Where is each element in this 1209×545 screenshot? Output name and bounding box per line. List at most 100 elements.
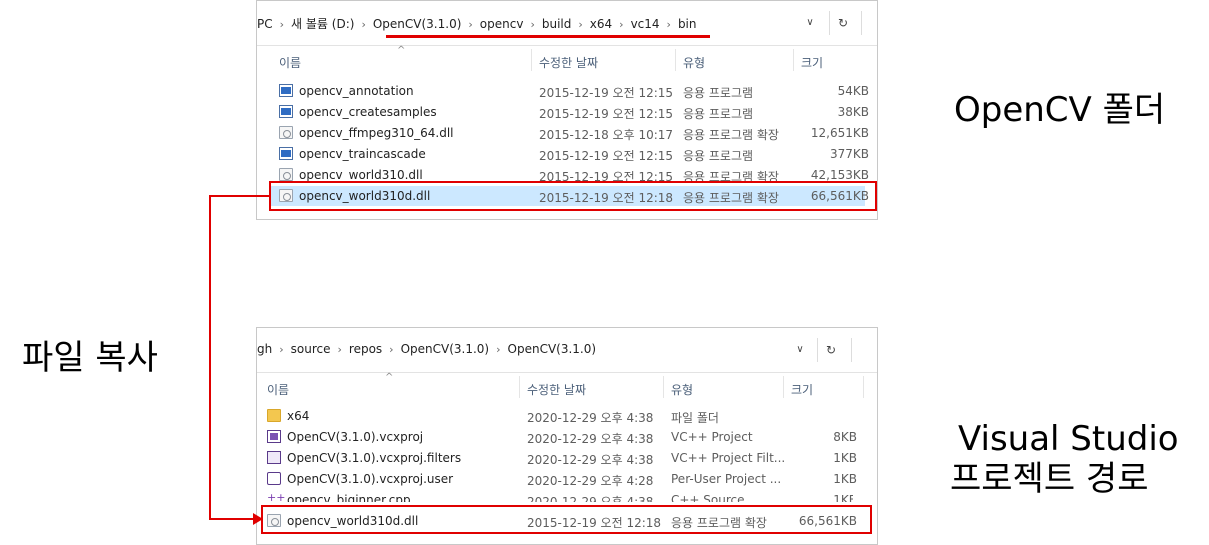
- file-name: opencv_biginner.cpp: [287, 493, 411, 502]
- column-date[interactable]: 수정한 날짜: [539, 54, 598, 71]
- copy-file-label: 파일 복사: [22, 338, 158, 378]
- column-name[interactable]: 이름: [267, 381, 289, 398]
- file-type: Per-User Project ...: [671, 472, 782, 486]
- file-name: opencv_traincascade: [299, 147, 426, 161]
- connector-line: [209, 195, 211, 520]
- chevron-right-icon: ›: [530, 18, 535, 31]
- address-path[interactable]: PC › 새 볼륨 (D:) › OpenCV(3.1.0) › opencv › build ›…: [257, 15, 697, 32]
- file-size: 1KB: [833, 472, 857, 486]
- file-type: 응용 프로그램: [683, 86, 754, 100]
- sort-ascending-icon: ^: [385, 372, 394, 383]
- breadcrumb-bin[interactable]: bin: [678, 17, 697, 31]
- folder-icon: [267, 409, 281, 422]
- refresh-icon[interactable]: ↻: [817, 338, 844, 362]
- address-bar[interactable]: PC › 새 볼륨 (D:) › OpenCV(3.1.0) › opencv › build ›…: [257, 1, 877, 46]
- breadcrumb-build[interactable]: build: [542, 17, 572, 31]
- column-divider[interactable]: [863, 376, 864, 398]
- chevron-right-icon: ›: [361, 18, 366, 31]
- breadcrumb-drive[interactable]: 새 볼륨 (D:): [291, 15, 354, 32]
- file-row[interactable]: x64 2020-12-29 오후 4:38 파일 폴더: [259, 406, 853, 426]
- path-underline: [386, 35, 710, 38]
- file-date: 2015-12-19 오전 12:15: [539, 86, 674, 100]
- connector-line: [209, 195, 271, 197]
- vs-label-line2: 프로젝트 경로: [950, 459, 1149, 499]
- file-name: OpenCV(3.1.0).vcxproj.user: [287, 472, 454, 486]
- dll-icon: [279, 168, 293, 181]
- file-type: 응용 프로그램: [683, 107, 754, 121]
- connector-line: [209, 518, 254, 520]
- file-size: 42,153KB: [810, 168, 869, 182]
- exe-icon: [279, 147, 293, 160]
- search-box-edge[interactable]: [861, 11, 877, 35]
- column-divider[interactable]: [519, 376, 520, 398]
- file-date: 2015-12-19 오전 12:15: [539, 107, 674, 121]
- file-name: OpenCV(3.1.0).vcxproj: [287, 430, 424, 444]
- file-type: VC++ Project Filt...: [671, 451, 786, 465]
- file-row[interactable]: opencv_annotation 2015-12-19 오전 12:15 응용…: [271, 81, 869, 101]
- source-highlight-box: [269, 181, 877, 211]
- column-name[interactable]: 이름: [279, 54, 301, 71]
- arrow-right-icon: [253, 513, 263, 525]
- column-divider[interactable]: [531, 49, 532, 71]
- file-date: 2020-12-29 오후 4:38: [527, 432, 654, 446]
- file-name: opencv_ffmpeg310_64.dll: [299, 126, 454, 140]
- file-row-partially-hidden[interactable]: ++ opencv_biginner.cpp 2020-12-29 오후 4:3…: [259, 490, 853, 502]
- column-type[interactable]: 유형: [671, 381, 693, 398]
- file-size: 8KB: [833, 430, 857, 444]
- breadcrumb-project-subfolder[interactable]: OpenCV(3.1.0): [508, 342, 597, 356]
- breadcrumb-user[interactable]: gh: [257, 342, 272, 356]
- file-date: 2020-12-29 오후 4:38: [527, 453, 654, 467]
- breadcrumb-project-folder[interactable]: OpenCV(3.1.0): [401, 342, 490, 356]
- file-row[interactable]: OpenCV(3.1.0).vcxproj.user 2020-12-29 오후…: [259, 469, 857, 489]
- breadcrumb-pc[interactable]: PC: [257, 17, 273, 31]
- column-divider[interactable]: [783, 376, 784, 398]
- column-divider[interactable]: [793, 49, 794, 71]
- breadcrumb-source[interactable]: source: [291, 342, 331, 356]
- file-row[interactable]: OpenCV(3.1.0).vcxproj.filters 2020-12-29…: [259, 448, 857, 468]
- file-type: C++ Source: [671, 493, 745, 502]
- chevron-right-icon: ›: [578, 18, 583, 31]
- search-box-edge[interactable]: [851, 338, 877, 362]
- file-date: 2015-12-19 오전 12:15: [539, 149, 674, 163]
- file-row[interactable]: opencv_traincascade 2015-12-19 오전 12:15 …: [271, 144, 869, 164]
- column-size[interactable]: 크기: [791, 381, 813, 398]
- chevron-right-icon: ›: [496, 343, 501, 356]
- column-size[interactable]: 크기: [801, 54, 823, 71]
- column-header: ^ 이름 수정한 날짜 유형 크기: [257, 372, 877, 402]
- chevron-right-icon: ›: [279, 18, 285, 31]
- chevron-right-icon: ›: [468, 18, 473, 31]
- filters-icon: [267, 451, 281, 464]
- user-file-icon: [267, 472, 281, 485]
- file-name: opencv_createsamples: [299, 105, 437, 119]
- file-date: 2020-12-29 오후 4:28: [527, 474, 654, 488]
- column-header: ^ 이름 수정한 날짜 유형 크기: [257, 45, 877, 75]
- address-dropdown-icon[interactable]: ∨: [797, 11, 823, 35]
- file-type: 파일 폴더: [671, 411, 719, 425]
- breadcrumb-x64[interactable]: x64: [590, 17, 612, 31]
- address-dropdown-icon[interactable]: ∨: [787, 338, 813, 362]
- breadcrumb-opencv[interactable]: opencv: [480, 17, 524, 31]
- chevron-right-icon: ›: [666, 18, 671, 31]
- chevron-right-icon: ›: [279, 343, 284, 356]
- chevron-right-icon: ›: [389, 343, 394, 356]
- breadcrumb-vc14[interactable]: vc14: [631, 17, 660, 31]
- file-type: 응용 프로그램: [683, 149, 754, 163]
- column-divider[interactable]: [663, 376, 664, 398]
- file-size: 1KB: [833, 451, 857, 465]
- file-row[interactable]: opencv_createsamples 2015-12-19 오전 12:15…: [271, 102, 869, 122]
- file-size: 38KB: [837, 105, 869, 119]
- column-type[interactable]: 유형: [683, 54, 705, 71]
- address-path[interactable]: gh › source › repos › OpenCV(3.1.0) › OpenCV(3.1…: [257, 342, 596, 356]
- exe-icon: [279, 105, 293, 118]
- breadcrumb-repos[interactable]: repos: [349, 342, 382, 356]
- file-row[interactable]: OpenCV(3.1.0).vcxproj 2020-12-29 오후 4:38…: [259, 427, 857, 447]
- breadcrumb-opencv-root[interactable]: OpenCV(3.1.0): [373, 17, 462, 31]
- column-divider[interactable]: [675, 49, 676, 71]
- refresh-icon[interactable]: ↻: [829, 11, 856, 35]
- file-row[interactable]: opencv_ffmpeg310_64.dll 2015-12-18 오후 10…: [271, 123, 869, 143]
- file-date: 2020-12-29 오후 4:38: [527, 495, 654, 502]
- address-bar[interactable]: gh › source › repos › OpenCV(3.1.0) › OpenCV(3.1…: [257, 328, 877, 373]
- file-date: 2015-12-18 오후 10:17: [539, 128, 674, 142]
- chevron-right-icon: ›: [619, 18, 624, 31]
- column-date[interactable]: 수정한 날짜: [527, 381, 586, 398]
